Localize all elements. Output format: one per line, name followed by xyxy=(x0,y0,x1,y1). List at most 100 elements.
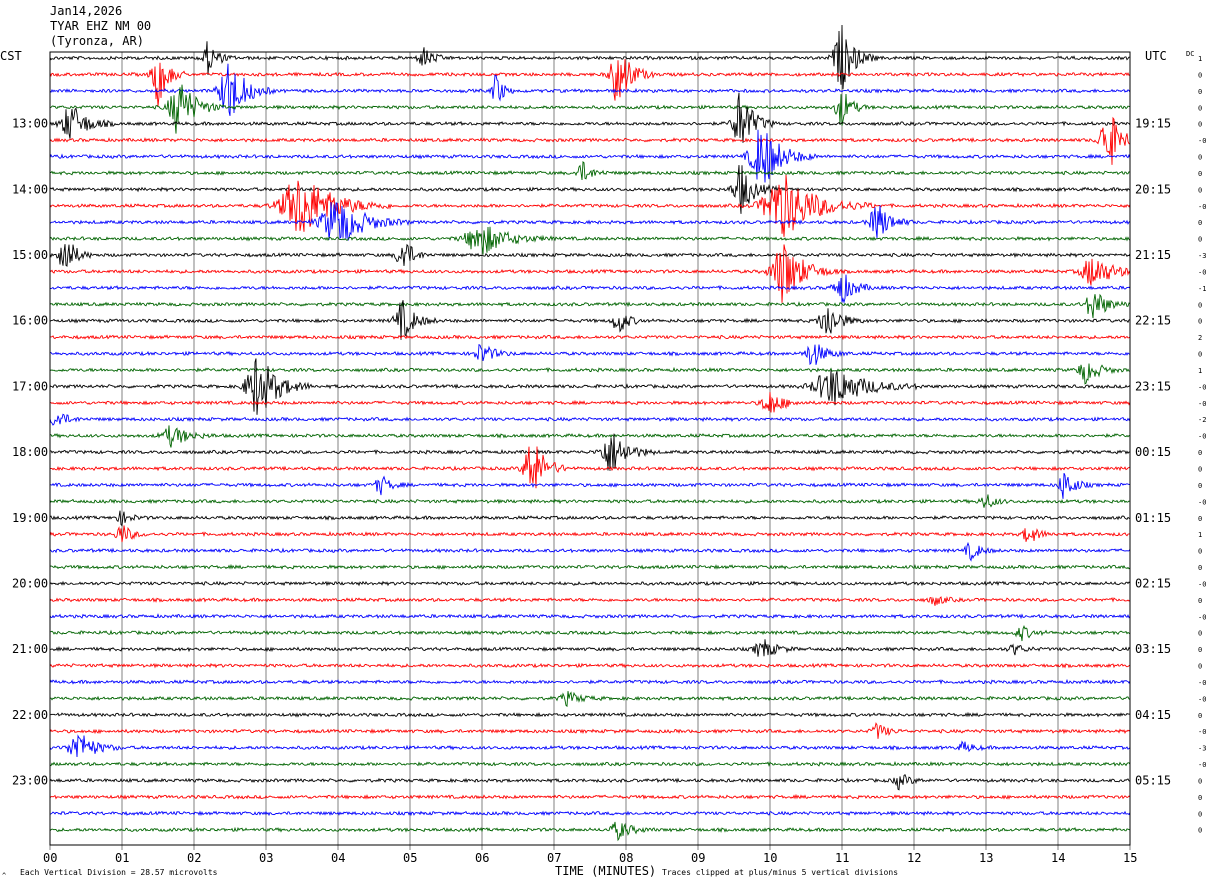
dc-offset-label: 0 xyxy=(1198,663,1202,671)
dc-offset-label: 0 xyxy=(1198,630,1202,638)
seismic-trace xyxy=(49,722,1131,739)
left-time-labels: 13:00 14:00 15:00 16:00 17:00 18:00 19:00 20:00… xyxy=(12,117,48,788)
x-tick-label: 01 xyxy=(115,851,129,865)
x-tick-label: 14 xyxy=(1051,851,1065,865)
dc-offset-label: 0 xyxy=(1198,827,1202,835)
dc-offset-label: 0 xyxy=(1198,646,1202,654)
dc-offset-label: 0 xyxy=(1198,318,1202,326)
right-time-label: 05:15 xyxy=(1135,773,1171,787)
seismic-trace xyxy=(49,226,1131,255)
seismic-trace xyxy=(49,293,1131,319)
dc-offset-label: 1 xyxy=(1198,367,1202,375)
dc-offset-label: -0 xyxy=(1198,203,1206,211)
dc-offset-label: -0 xyxy=(1198,498,1206,506)
left-time-label: 20:00 xyxy=(12,576,48,590)
seismic-trace xyxy=(49,473,1131,499)
seismic-trace xyxy=(49,433,1131,471)
left-time-label: 16:00 xyxy=(12,314,48,328)
seismic-trace xyxy=(49,63,1131,116)
seismic-trace xyxy=(49,413,1131,426)
seismic-trace xyxy=(50,343,1131,366)
dc-offset-label: -3 xyxy=(1198,745,1206,753)
seismic-trace xyxy=(49,510,1131,527)
dc-offset-label: 0 xyxy=(1198,482,1202,490)
dc-offset-label: 0 xyxy=(1198,301,1202,309)
header-date: Jan14,2026 xyxy=(50,4,122,18)
seismic-trace xyxy=(49,678,1131,685)
x-tick-label: 04 xyxy=(331,851,345,865)
seismic-trace xyxy=(49,24,1131,90)
dc-offset-label: -0 xyxy=(1198,137,1206,145)
dc-offset-label: 0 xyxy=(1198,449,1202,457)
dc-offset-label: 0 xyxy=(1198,351,1202,359)
dc-title: DC xyxy=(1186,50,1194,58)
plot-frame xyxy=(49,51,1131,846)
right-time-label: 04:15 xyxy=(1135,708,1171,722)
dc-offset-label: 0 xyxy=(1198,810,1202,818)
seismic-trace xyxy=(49,174,1131,237)
dc-offset-label: 0 xyxy=(1198,236,1202,244)
dc-offset-label: 0 xyxy=(1198,597,1202,605)
seismic-trace xyxy=(49,392,1131,413)
seismic-trace xyxy=(49,596,1131,606)
dc-offset-label: 0 xyxy=(1198,170,1202,178)
x-tick-label: 10 xyxy=(763,851,777,865)
seismic-trace xyxy=(49,613,1131,620)
seismic-trace xyxy=(49,711,1131,718)
right-time-label: 01:15 xyxy=(1135,511,1171,525)
seismic-trace xyxy=(49,691,1131,708)
chart-header: Jan14,2026 TYAR EHZ NM 00 (Tyronza, AR) xyxy=(50,4,151,48)
x-tick-label: 03 xyxy=(259,851,273,865)
dc-offset-label: -0 xyxy=(1198,679,1206,687)
left-time-label: 17:00 xyxy=(12,379,48,393)
x-tick-label: 06 xyxy=(475,851,489,865)
seismic-trace xyxy=(49,274,1131,304)
seismic-trace xyxy=(49,363,1130,385)
left-time-label: 22:00 xyxy=(12,708,48,722)
right-axis-title: UTC xyxy=(1145,49,1167,63)
seismic-trace xyxy=(50,334,1131,341)
dc-offset-label: -0 xyxy=(1198,613,1206,621)
dc-offset-label: 0 xyxy=(1198,515,1202,523)
dc-offset-label: -0 xyxy=(1198,400,1206,408)
seismic-trace xyxy=(49,760,1131,767)
seismic-trace xyxy=(49,59,1131,107)
dc-offset-label: -1 xyxy=(1198,285,1206,293)
seismic-trace xyxy=(49,244,1131,303)
x-tick-label: 12 xyxy=(907,851,921,865)
dc-offset-label: 0 xyxy=(1198,777,1202,785)
right-time-label: 03:15 xyxy=(1135,642,1171,656)
seismic-trace xyxy=(49,662,1131,669)
dc-offset-label: 0 xyxy=(1198,121,1202,129)
corner-mark: ^ xyxy=(2,872,6,880)
right-time-label: 02:15 xyxy=(1135,576,1171,590)
dc-offset-label: 0 xyxy=(1198,71,1202,79)
seismic-trace xyxy=(49,494,1131,508)
dc-offset-label: -0 xyxy=(1198,383,1206,391)
dc-offset-label: -0 xyxy=(1198,268,1206,276)
seismic-trace xyxy=(49,358,1131,415)
dc-offset-label: -2 xyxy=(1198,416,1206,424)
dc-offset-label: -3 xyxy=(1198,252,1206,260)
seismic-trace xyxy=(49,821,1131,842)
dc-offset-label: 0 xyxy=(1198,154,1202,162)
seismic-trace xyxy=(49,639,1131,657)
seismic-trace xyxy=(49,773,1131,791)
x-tick-label: 11 xyxy=(835,851,849,865)
dc-offset-label: 0 xyxy=(1198,88,1202,96)
dc-offset-label: 0 xyxy=(1198,548,1202,556)
left-time-label: 21:00 xyxy=(12,642,48,656)
left-time-label: 15:00 xyxy=(12,248,48,262)
seismic-trace xyxy=(49,563,1131,570)
seismic-trace xyxy=(49,129,1131,183)
x-tick-label: 05 xyxy=(403,851,417,865)
seismic-trace xyxy=(49,116,1131,165)
trace-group xyxy=(49,24,1131,842)
right-time-label: 21:15 xyxy=(1135,248,1171,262)
seismogram-chart: Jan14,2026 TYAR EHZ NM 00 (Tyronza, AR) … xyxy=(0,4,1206,880)
dc-offset-label: -0 xyxy=(1198,433,1206,441)
x-tick-label: 09 xyxy=(691,851,705,865)
dc-offset-label: 0 xyxy=(1198,219,1202,227)
dc-offset-label: 0 xyxy=(1198,466,1202,474)
footer-clip-note: Traces clipped at plus/minus 5 vertical … xyxy=(662,868,898,877)
